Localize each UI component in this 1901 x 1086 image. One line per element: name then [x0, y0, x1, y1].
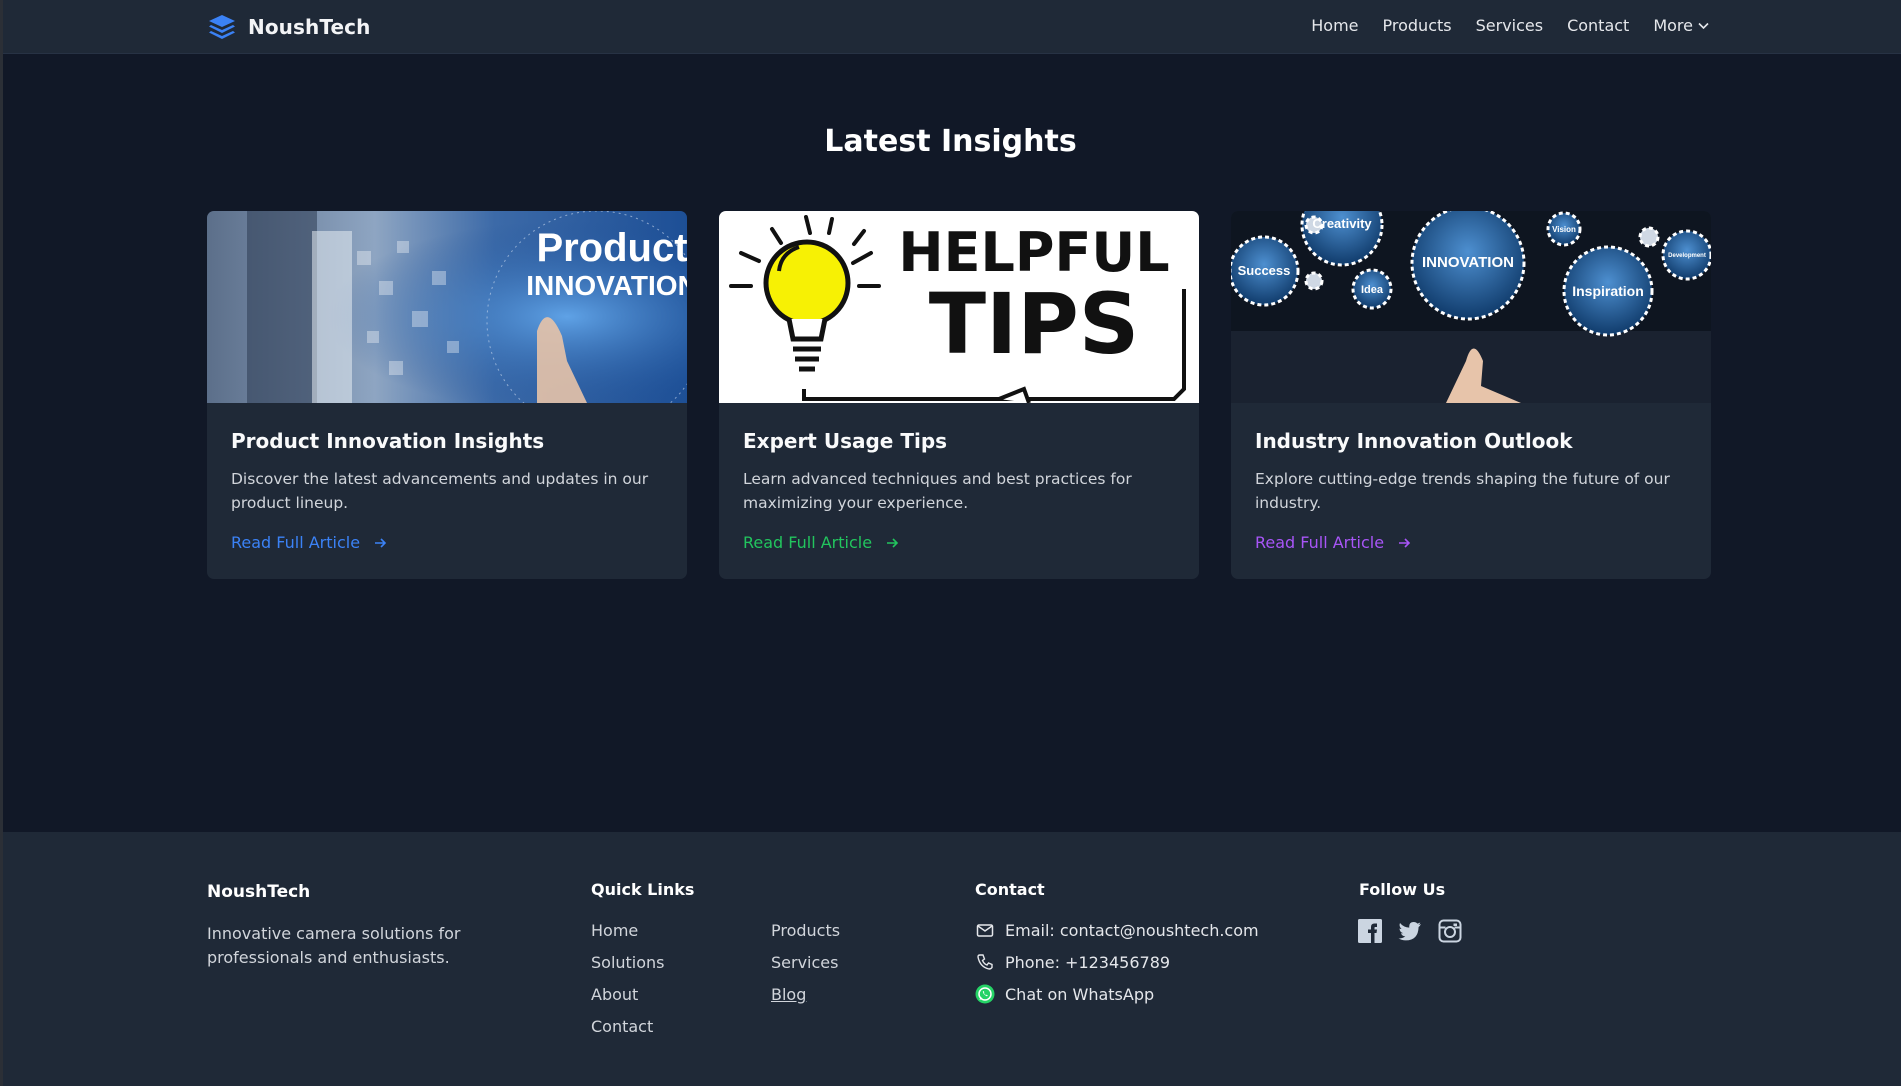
- contact-heading: Contact: [975, 880, 1045, 899]
- card-image-text-tips: TIPS: [929, 275, 1140, 373]
- footer-link-solutions[interactable]: Solutions: [591, 953, 665, 972]
- read-article-label: Read Full Article: [1255, 533, 1385, 552]
- gear-label-idea: Idea: [1361, 284, 1384, 296]
- footer-brand: NoushTech: [207, 882, 311, 902]
- nav-more-dropdown[interactable]: More: [1653, 16, 1709, 35]
- follow-us-heading: Follow Us: [1359, 880, 1446, 899]
- footer-link-services[interactable]: Services: [771, 953, 838, 972]
- section-title: Latest Insights: [824, 124, 1077, 159]
- nav-link-home[interactable]: Home: [1311, 16, 1358, 35]
- insight-card: HELPFUL TIPS Expert Usage Tips Learn adv…: [719, 211, 1199, 579]
- read-article-label: Read Full Article: [743, 533, 873, 552]
- read-article-link[interactable]: Read Full Article: [231, 533, 387, 552]
- whatsapp-chat-text: Chat on WhatsApp: [1005, 984, 1155, 1004]
- contact-email-text: Email: contact@noushtech.com: [1005, 920, 1259, 940]
- gear-label-success: Success: [1238, 263, 1291, 278]
- mail-icon: [976, 924, 994, 937]
- card-description: Discover the latest advancements and upd…: [231, 470, 649, 512]
- contact-phone[interactable]: Phone: +123456789: [975, 952, 1170, 972]
- brand-logo-link[interactable]: NoushTech: [207, 13, 370, 41]
- facebook-icon: [1358, 919, 1382, 943]
- quick-links-heading: Quick Links: [591, 880, 695, 899]
- chevron-down-icon: [1698, 22, 1709, 29]
- nav-link-services[interactable]: Services: [1476, 16, 1543, 35]
- product-innovation-image: Product INNOVATION: [207, 211, 687, 403]
- instagram-link[interactable]: [1437, 918, 1463, 944]
- gear-label-creativity: Creativity: [1312, 216, 1372, 231]
- whatsapp-chat-link[interactable]: Chat on WhatsApp: [975, 984, 1154, 1004]
- card-description: Explore cutting-edge trends shaping the …: [1255, 470, 1670, 512]
- contact-email[interactable]: Email: contact@noushtech.com: [975, 920, 1259, 940]
- card-image-text-product: Product: [536, 226, 687, 270]
- nav-more-label: More: [1653, 16, 1693, 35]
- read-article-link[interactable]: Read Full Article: [743, 533, 899, 552]
- gear-label-vision: Vision: [1552, 225, 1576, 234]
- facebook-link[interactable]: [1357, 918, 1383, 944]
- read-article-link[interactable]: Read Full Article: [1255, 533, 1411, 552]
- footer-link-products[interactable]: Products: [771, 921, 840, 940]
- brand-name: NoushTech: [248, 15, 371, 39]
- instagram-icon: [1438, 919, 1462, 943]
- card-image-text-innovation: INNOVATION: [526, 270, 687, 301]
- footer-link-contact[interactable]: Contact: [591, 1017, 653, 1036]
- insight-cards: Product INNOVATION Product Innovation In…: [207, 211, 1711, 579]
- contact-phone-text: Phone: +123456789: [1005, 952, 1171, 972]
- gear-label-development: Development: [1668, 253, 1706, 259]
- twitter-link[interactable]: [1397, 918, 1423, 944]
- insight-card: Product INNOVATION Product Innovation In…: [207, 211, 687, 579]
- page-edge: [0, 0, 3, 1086]
- footer-tagline: Innovative camera solutions for professi…: [207, 924, 461, 967]
- nav-link-products[interactable]: Products: [1383, 16, 1452, 35]
- card-title: Expert Usage Tips: [743, 429, 948, 453]
- innovation-gears-image: Success Creativity Idea INNOVATION Inspi…: [1231, 211, 1711, 403]
- gear-label-innovation: INNOVATION: [1422, 254, 1514, 271]
- arrow-right-icon: [375, 537, 387, 548]
- whatsapp-icon: [975, 984, 995, 1004]
- site-footer: NoushTech Innovative camera solutions fo…: [0, 832, 1901, 1086]
- read-article-label: Read Full Article: [231, 533, 361, 552]
- nav-link-contact[interactable]: Contact: [1567, 16, 1629, 35]
- card-title: Product Innovation Insights: [231, 429, 545, 453]
- arrow-right-icon: [887, 537, 899, 548]
- arrow-right-icon: [1399, 537, 1411, 548]
- twitter-icon: [1398, 922, 1421, 941]
- card-description: Learn advanced techniques and best pract…: [743, 470, 1132, 512]
- footer-link-about[interactable]: About: [591, 985, 638, 1004]
- footer-link-blog[interactable]: Blog: [771, 985, 806, 1004]
- gear-label-inspiration: Inspiration: [1572, 283, 1644, 299]
- helpful-tips-image: HELPFUL TIPS: [719, 211, 1199, 403]
- layers-icon: [209, 15, 235, 39]
- top-navbar: NoushTech Home Products Services Contact…: [0, 0, 1901, 54]
- nav-links: Home Products Services Contact More: [1311, 16, 1709, 35]
- footer-link-home[interactable]: Home: [591, 921, 638, 940]
- phone-icon: [977, 954, 993, 970]
- card-title: Industry Innovation Outlook: [1255, 429, 1573, 453]
- insight-card: Success Creativity Idea INNOVATION Inspi…: [1231, 211, 1711, 579]
